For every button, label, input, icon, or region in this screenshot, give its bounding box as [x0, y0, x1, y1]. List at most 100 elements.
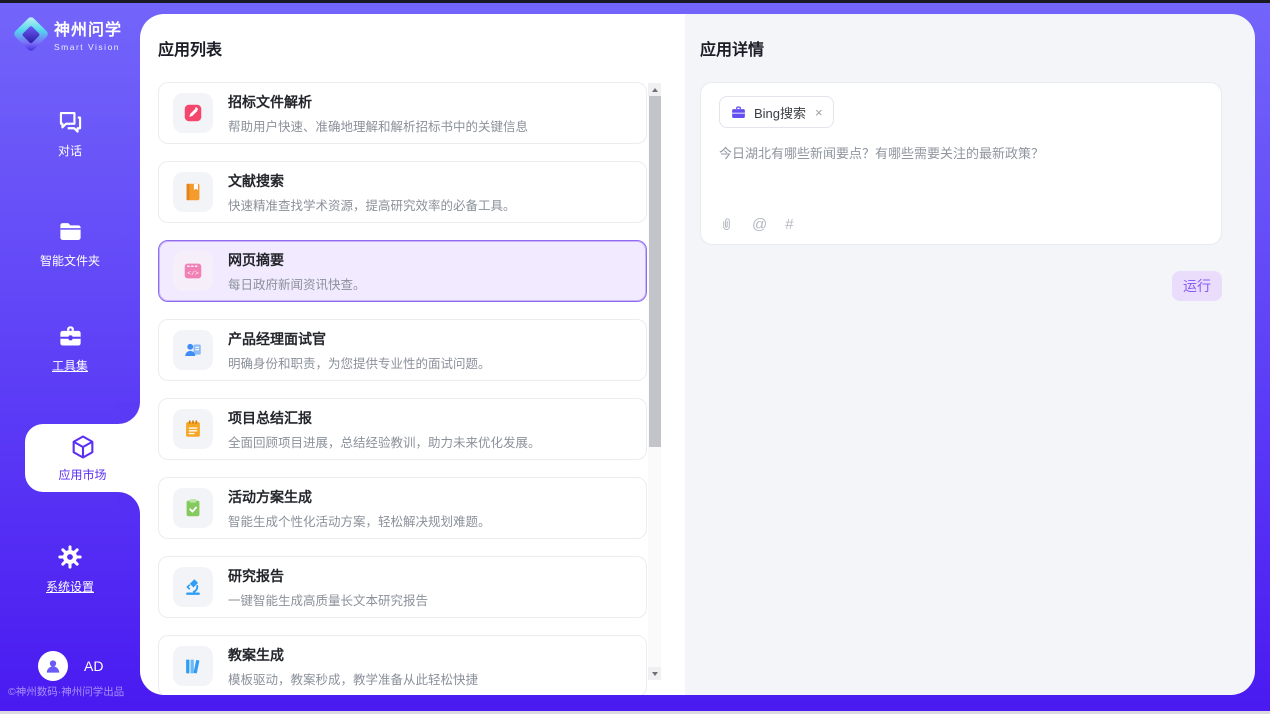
microscope-icon — [182, 576, 204, 598]
app-card-title: 文献搜索 — [228, 171, 516, 191]
list-scrollbar[interactable] — [648, 83, 661, 680]
svg-text:</>: </> — [187, 270, 199, 277]
user-initials: AD — [84, 658, 103, 674]
tab-curve-bottom — [118, 492, 140, 514]
app-card-text: 研究报告 一键智能生成高质量长文本研究报告 — [228, 566, 428, 609]
app-card-title: 网页摘要 — [228, 250, 366, 270]
books-icon — [182, 655, 204, 677]
hash-icon[interactable]: # — [785, 217, 793, 232]
app-card-desc: 每日政府新闻资讯快查。 — [228, 274, 366, 293]
scroll-up-button[interactable] — [648, 83, 661, 96]
sidebar-item-label: 智能文件夹 — [40, 252, 100, 269]
edit-doc-icon — [182, 102, 204, 124]
main-content: 应用列表 招标文件解析 帮助用户快速、准确地理解和解析招标书中 — [140, 14, 1255, 695]
app-card-title: 活动方案生成 — [228, 487, 491, 507]
app-icon-box — [173, 172, 213, 212]
webpage-icon: </> — [182, 260, 204, 282]
sidebar-item-app-market[interactable]: 应用市场 — [25, 424, 140, 492]
app-detail-title: 应用详情 — [700, 40, 1222, 62]
prompt-toolbar: @ # — [719, 216, 794, 233]
copyright-footer: ©神州数码·神州问学出品 — [8, 684, 124, 699]
app-card-desc: 明确身份和职责，为您提供专业性的面试问题。 — [228, 353, 491, 372]
scrollbar-thumb[interactable] — [649, 96, 661, 447]
user-icon — [43, 656, 63, 676]
app-card-bid-analysis[interactable]: 招标文件解析 帮助用户快速、准确地理解和解析招标书中的关键信息 — [158, 82, 647, 144]
app-card-desc: 一键智能生成高质量长文本研究报告 — [228, 590, 428, 609]
briefcase-icon — [730, 104, 747, 121]
clipboard-check-icon — [182, 497, 204, 519]
app-card-project-summary[interactable]: 项目总结汇报 全面回顾项目进展，总结经验教训，助力未来优化发展。 — [158, 398, 647, 460]
toolbox-icon — [57, 323, 84, 350]
folder-icon — [57, 218, 84, 245]
app-background: 神州问学 Smart Vision 对话 智能文件夹 — [0, 3, 1270, 711]
brand-text: 神州问学 Smart Vision — [54, 16, 122, 52]
brand-name: 神州问学 — [54, 16, 122, 40]
app-card-title: 教案生成 — [228, 645, 478, 665]
app-card-text: 招标文件解析 帮助用户快速、准确地理解和解析招标书中的关键信息 — [228, 92, 528, 135]
brand-logo-icon — [13, 16, 50, 53]
app-card-text: 活动方案生成 智能生成个性化活动方案，轻松解决规划难题。 — [228, 487, 491, 530]
sidebar: 神州问学 Smart Vision 对话 智能文件夹 — [0, 3, 140, 711]
run-button[interactable]: 运行 — [1172, 271, 1222, 301]
app-icon-box — [173, 567, 213, 607]
sidebar-item-label: 系统设置 — [46, 578, 94, 595]
app-card-desc: 智能生成个性化活动方案，轻松解决规划难题。 — [228, 511, 491, 530]
paperclip-icon[interactable] — [719, 216, 734, 233]
app-card-title: 招标文件解析 — [228, 92, 528, 112]
sidebar-item-label: 工具集 — [52, 357, 88, 374]
window-top-edge — [0, 0, 1270, 3]
app-card-research-report[interactable]: 研究报告 一键智能生成高质量长文本研究报告 — [158, 556, 647, 618]
avatar — [38, 651, 68, 681]
gear-icon — [56, 543, 84, 571]
sidebar-item-chat[interactable]: 对话 — [0, 108, 140, 159]
app-card-lesson-plan[interactable]: 教案生成 模板驱动，教案秒成，教学准备从此轻松快捷 — [158, 635, 647, 695]
user-row[interactable]: AD — [38, 651, 103, 681]
app-list-title: 应用列表 — [158, 40, 685, 62]
app-card-web-summary[interactable]: </> 网页摘要 每日政府新闻资讯快查。 — [158, 240, 647, 302]
app-icon-box — [173, 646, 213, 686]
chat-icon — [57, 108, 84, 135]
prompt-text[interactable]: 今日湖北有哪些新闻要点？有哪些需要关注的最新政策？ — [719, 144, 1203, 165]
app-card-desc: 模板驱动，教案秒成，教学准备从此轻松快捷 — [228, 669, 478, 688]
app-card-text: 项目总结汇报 全面回顾项目进展，总结经验教训，助力未来优化发展。 — [228, 408, 541, 451]
app-card-text: 产品经理面试官 明确身份和职责，为您提供专业性的面试问题。 — [228, 329, 491, 372]
tool-tag-label: Bing搜索 — [754, 103, 806, 122]
app-card-title: 项目总结汇报 — [228, 408, 541, 428]
arrow-up-icon — [652, 88, 658, 92]
app-card-title: 研究报告 — [228, 566, 428, 586]
app-icon-box — [173, 330, 213, 370]
at-icon[interactable]: @ — [752, 217, 767, 232]
scroll-down-button[interactable] — [648, 667, 661, 680]
app-card-title: 产品经理面试官 — [228, 329, 491, 349]
app-card-text: 教案生成 模板驱动，教案秒成，教学准备从此轻松快捷 — [228, 645, 478, 688]
cube-icon — [69, 433, 97, 461]
sidebar-item-toolset[interactable]: 工具集 — [0, 323, 140, 374]
tool-tag-bing-search[interactable]: Bing搜索 × — [719, 96, 834, 128]
app-window: 神州问学 Smart Vision 对话 智能文件夹 — [0, 0, 1270, 714]
brand-logo: 神州问学 Smart Vision — [18, 16, 122, 52]
sidebar-item-label: 对话 — [58, 142, 82, 159]
app-card-desc: 全面回顾项目进展，总结经验教训，助力未来优化发展。 — [228, 432, 541, 451]
app-card-desc: 帮助用户快速、准确地理解和解析招标书中的关键信息 — [228, 116, 528, 135]
brand-subtitle: Smart Vision — [54, 42, 122, 52]
app-list-panel: 应用列表 招标文件解析 帮助用户快速、准确地理解和解析招标书中 — [140, 14, 685, 695]
app-list: 招标文件解析 帮助用户快速、准确地理解和解析招标书中的关键信息 — [158, 82, 647, 695]
interviewer-icon — [182, 339, 204, 361]
sidebar-item-settings[interactable]: 系统设置 — [0, 543, 140, 595]
app-card-event-plan[interactable]: 活动方案生成 智能生成个性化活动方案，轻松解决规划难题。 — [158, 477, 647, 539]
tab-curve-top — [118, 402, 140, 424]
app-icon-box — [173, 93, 213, 133]
app-detail-panel: 应用详情 Bing搜索 × 今日湖北有哪些新闻要点？有哪些需要关注的最新政策？ — [685, 14, 1255, 695]
app-card-pm-interviewer[interactable]: 产品经理面试官 明确身份和职责，为您提供专业性的面试问题。 — [158, 319, 647, 381]
arrow-down-icon — [652, 672, 658, 676]
run-row: 运行 — [700, 271, 1222, 301]
notepad-icon — [182, 418, 204, 440]
prompt-card: Bing搜索 × 今日湖北有哪些新闻要点？有哪些需要关注的最新政策？ @ # — [700, 82, 1222, 245]
sidebar-item-smart-folder[interactable]: 智能文件夹 — [0, 218, 140, 269]
app-card-literature-search[interactable]: 文献搜索 快速精准查找学术资源，提高研究效率的必备工具。 — [158, 161, 647, 223]
app-icon-box — [173, 409, 213, 449]
close-icon[interactable]: × — [815, 105, 823, 120]
book-icon — [182, 181, 204, 203]
app-card-text: 文献搜索 快速精准查找学术资源，提高研究效率的必备工具。 — [228, 171, 516, 214]
sidebar-item-label: 应用市场 — [58, 466, 106, 483]
